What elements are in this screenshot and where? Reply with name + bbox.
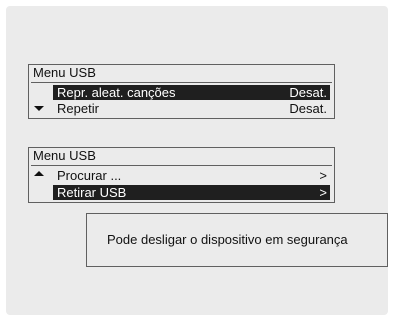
message-text: Pode desligar o dispositivo em segurança	[107, 232, 348, 247]
arrow-down-icon	[34, 106, 44, 111]
usb-menu-2: Menu USB Procurar ... > Retirar USB >	[28, 147, 335, 203]
menu-item-label: Retirar USB	[57, 185, 127, 200]
safe-remove-message-box: Pode desligar o dispositivo em segurança	[86, 213, 388, 267]
menu-item-label: Procurar ...	[57, 168, 122, 183]
menu-item-shuffle[interactable]: Repr. aleat. canções Desat.	[53, 85, 330, 100]
chevron-right-icon: >	[319, 168, 327, 183]
divider	[31, 165, 332, 166]
menu-item-remove-usb[interactable]: Retirar USB >	[53, 185, 330, 200]
menu-title: Menu USB	[33, 65, 96, 80]
menu-item-value: Desat.	[289, 101, 327, 116]
menu-title: Menu USB	[33, 148, 96, 163]
chevron-right-icon: >	[319, 185, 327, 200]
usb-menu-1: Menu USB Repr. aleat. canções Desat. Rep…	[28, 64, 335, 119]
menu-item-label: Repr. aleat. canções	[57, 85, 176, 100]
menu-item-value: Desat.	[289, 85, 327, 100]
divider	[31, 82, 332, 83]
menu-item-search[interactable]: Procurar ... >	[53, 168, 330, 183]
menu-item-label: Repetir	[57, 101, 99, 116]
arrow-up-icon	[34, 171, 44, 176]
menu-item-repeat[interactable]: Repetir Desat.	[53, 101, 330, 116]
